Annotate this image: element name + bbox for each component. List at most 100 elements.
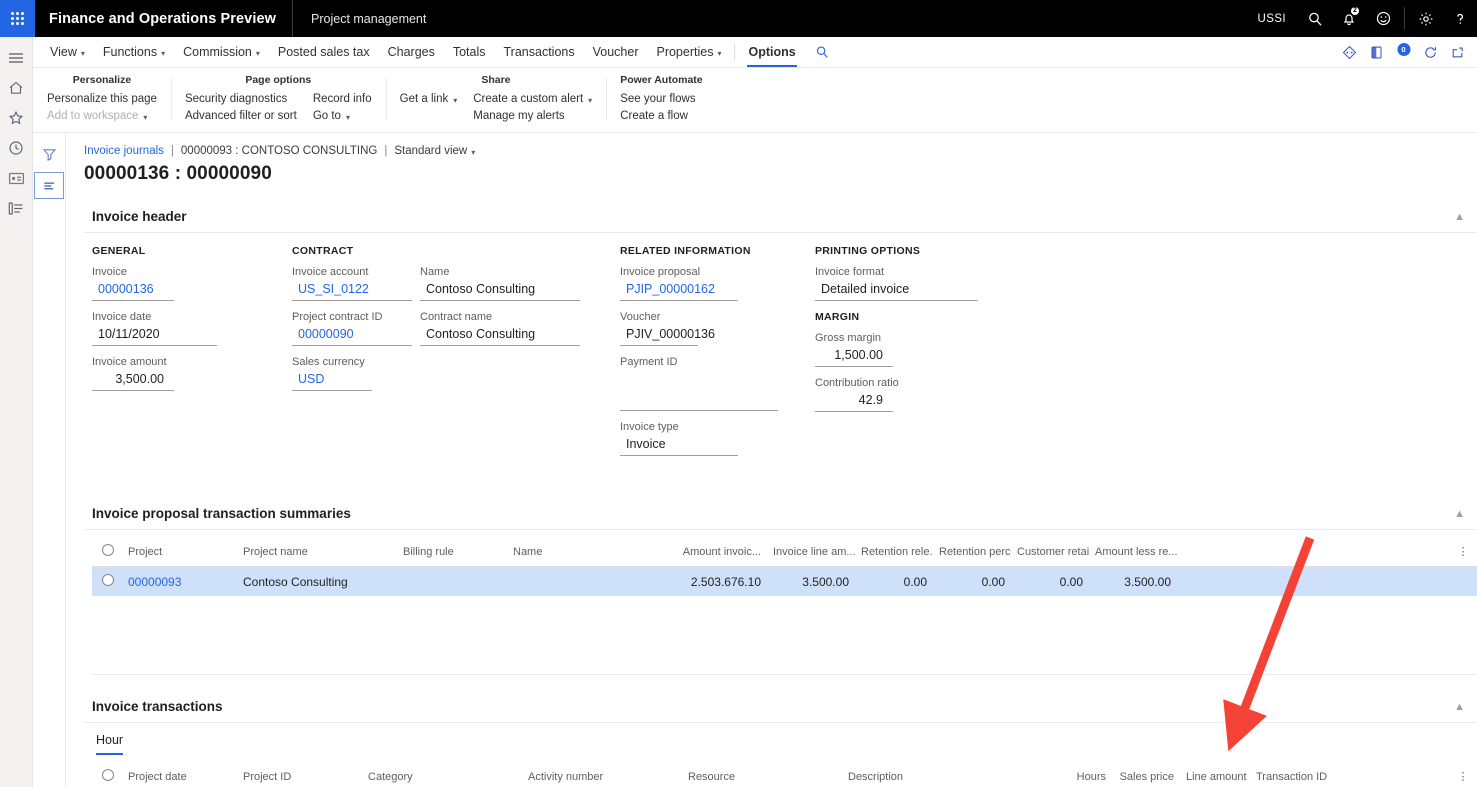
home-icon[interactable] <box>0 73 33 103</box>
column-header-billing-rule[interactable]: Billing rule <box>397 538 507 567</box>
section-header[interactable]: Invoice transactions ▲ <box>84 691 1477 723</box>
go-to-command[interactable]: Go to ▾ <box>313 110 372 122</box>
column-header-amount-less-retention[interactable]: Amount less re... <box>1089 538 1177 567</box>
refresh-icon[interactable] <box>1417 37 1444 68</box>
manage-my-alerts-command[interactable]: Manage my alerts <box>473 110 592 122</box>
column-header-project-id[interactable]: Project ID <box>237 763 362 787</box>
hamburger-menu-icon[interactable] <box>0 43 33 73</box>
ribbon-group-share: Share Get a link ▾ Create a custom alert <box>385 74 607 122</box>
radio-icon[interactable] <box>102 769 114 781</box>
column-header-line-amount[interactable]: Line amount <box>1180 763 1250 787</box>
record-info-command[interactable]: Record info <box>313 93 372 105</box>
popout-window-icon[interactable] <box>1444 37 1471 68</box>
table-row[interactable]: 00000093 Contoso Consulting 2.503.676.10… <box>92 566 1477 597</box>
security-diagnostics-command[interactable]: Security diagnostics <box>185 93 297 105</box>
ribbon-tab-functions[interactable]: Functions ▾ <box>94 37 174 67</box>
column-header-hours[interactable]: Hours <box>1042 763 1112 787</box>
ribbon-tab-voucher[interactable]: Voucher <box>584 37 648 67</box>
get-a-link-command[interactable]: Get a link ▾ <box>400 93 458 105</box>
section-header[interactable]: Invoice proposal transaction summaries ▲ <box>84 498 1477 530</box>
field-value-invoice-amount[interactable]: 3,500.00 <box>92 370 174 391</box>
advanced-filter-or-sort-command[interactable]: Advanced filter or sort <box>185 110 297 122</box>
vertical-ellipsis-icon[interactable]: ⋮ <box>1449 538 1477 567</box>
field-value-contribution-ratio[interactable]: 42.9 <box>815 391 893 412</box>
personalize-this-page-command[interactable]: Personalize this page <box>47 93 157 105</box>
column-header-transaction-id[interactable]: Transaction ID <box>1250 763 1449 787</box>
chevron-up-icon[interactable]: ▲ <box>1454 701 1465 713</box>
column-header-project-date[interactable]: Project date <box>122 763 237 787</box>
module-title[interactable]: Project management <box>293 0 444 37</box>
field-value-sales-currency[interactable]: USD <box>292 370 372 391</box>
ribbon-tab-options[interactable]: Options <box>739 37 804 67</box>
feedback-smiley-icon[interactable] <box>1366 0 1400 37</box>
column-header-resource[interactable]: Resource <box>682 763 842 787</box>
field-value-voucher[interactable]: PJIV_00000136 <box>620 325 715 346</box>
vertical-ellipsis-icon[interactable]: ⋮ <box>1449 763 1477 787</box>
column-header-invoice-line-amount[interactable]: Invoice line am... <box>767 538 855 567</box>
field-value-invoice-date[interactable]: 10/11/2020 <box>92 325 217 346</box>
column-header-category[interactable]: Category <box>362 763 522 787</box>
view-selector[interactable]: Standard view ▾ <box>394 145 475 157</box>
column-header-project-name[interactable]: Project name <box>237 538 397 567</box>
create-a-flow-command[interactable]: Create a flow <box>620 110 695 122</box>
column-header-customer-retainage[interactable]: Customer retai... <box>1011 538 1089 567</box>
ribbon-tab-commission[interactable]: Commission ▾ <box>174 37 269 67</box>
field-value-invoice-proposal[interactable]: PJIP_00000162 <box>620 280 738 301</box>
workspaces-icon[interactable] <box>0 163 33 193</box>
ribbon-search-icon[interactable] <box>805 37 839 67</box>
field-value-invoice[interactable]: 00000136 <box>92 280 174 301</box>
column-header-project[interactable]: Project <box>122 538 237 567</box>
attachment-panel-icon[interactable] <box>1363 37 1390 68</box>
column-header-amount-invoiced[interactable]: Amount invoic... <box>657 538 767 567</box>
section-header[interactable]: Invoice header ▲ <box>84 201 1477 233</box>
cell-project[interactable]: 00000093 <box>122 567 237 597</box>
notifications-bell-icon[interactable]: 2 <box>1332 0 1366 37</box>
field-value-invoice-account[interactable]: US_SI_0122 <box>292 280 412 301</box>
row-select-cell[interactable] <box>92 567 122 597</box>
field-value-invoice-format[interactable]: Detailed invoice <box>815 280 978 301</box>
ribbon-tab-view[interactable]: View ▾ <box>41 37 94 67</box>
column-header-retention-released[interactable]: Retention rele... <box>855 538 933 567</box>
modules-list-icon[interactable] <box>0 193 33 223</box>
column-header-name[interactable]: Name <box>507 538 657 567</box>
chevron-up-icon[interactable]: ▲ <box>1454 508 1465 520</box>
ribbon-tab-posted-sales-tax[interactable]: Posted sales tax <box>269 37 379 67</box>
field-payment-id: Payment ID <box>620 356 801 411</box>
share-nodes-icon[interactable] <box>1336 37 1363 68</box>
field-value-project-contract-id[interactable]: 00000090 <box>292 325 412 346</box>
star-favorites-icon[interactable] <box>0 103 33 133</box>
column-header-description[interactable]: Description <box>842 763 1042 787</box>
waffle-grid-icon[interactable] <box>0 0 35 37</box>
ribbon-tab-charges[interactable]: Charges <box>379 37 444 67</box>
add-to-workspace-command[interactable]: Add to workspace ▾ <box>47 110 157 122</box>
select-all-column[interactable] <box>92 538 122 567</box>
chevron-up-icon[interactable]: ▲ <box>1454 211 1465 223</box>
ribbon-tab-totals[interactable]: Totals <box>444 37 495 67</box>
radio-icon[interactable] <box>102 544 114 556</box>
form-column-contract: CONTRACT Invoice account US_SI_0122 Proj… <box>292 245 420 466</box>
tab-hour[interactable]: Hour <box>96 733 124 755</box>
see-your-flows-command[interactable]: See your flows <box>620 93 695 105</box>
section-title: Invoice transactions <box>92 699 223 714</box>
search-icon[interactable] <box>1298 0 1332 37</box>
field-value-contract-name[interactable]: Contoso Consulting <box>420 325 580 346</box>
radio-icon[interactable] <box>102 574 114 586</box>
help-question-icon[interactable] <box>1443 0 1477 37</box>
ribbon-tab-properties[interactable]: Properties ▾ <box>647 37 730 67</box>
field-value-payment-id[interactable] <box>620 390 778 411</box>
grid-options-icon[interactable] <box>34 172 64 199</box>
select-all-column[interactable] <box>92 763 122 787</box>
breadcrumb-link-invoice-journals[interactable]: Invoice journals <box>84 145 164 157</box>
notes-pin-icon[interactable]: 0 <box>1390 37 1417 68</box>
field-value-gross-margin[interactable]: 1,500.00 <box>815 346 893 367</box>
clock-recent-icon[interactable] <box>0 133 33 163</box>
column-header-activity-number[interactable]: Activity number <box>522 763 682 787</box>
settings-gear-icon[interactable] <box>1409 0 1443 37</box>
column-header-retention-percent[interactable]: Retention perc... <box>933 538 1011 567</box>
field-value-name[interactable]: Contoso Consulting <box>420 280 580 301</box>
column-header-sales-price[interactable]: Sales price <box>1112 763 1180 787</box>
field-value-invoice-type[interactable]: Invoice <box>620 435 738 456</box>
create-a-custom-alert-command[interactable]: Create a custom alert ▾ <box>473 93 592 105</box>
ribbon-tab-transactions[interactable]: Transactions <box>495 37 584 67</box>
filter-funnel-icon[interactable] <box>34 141 64 168</box>
